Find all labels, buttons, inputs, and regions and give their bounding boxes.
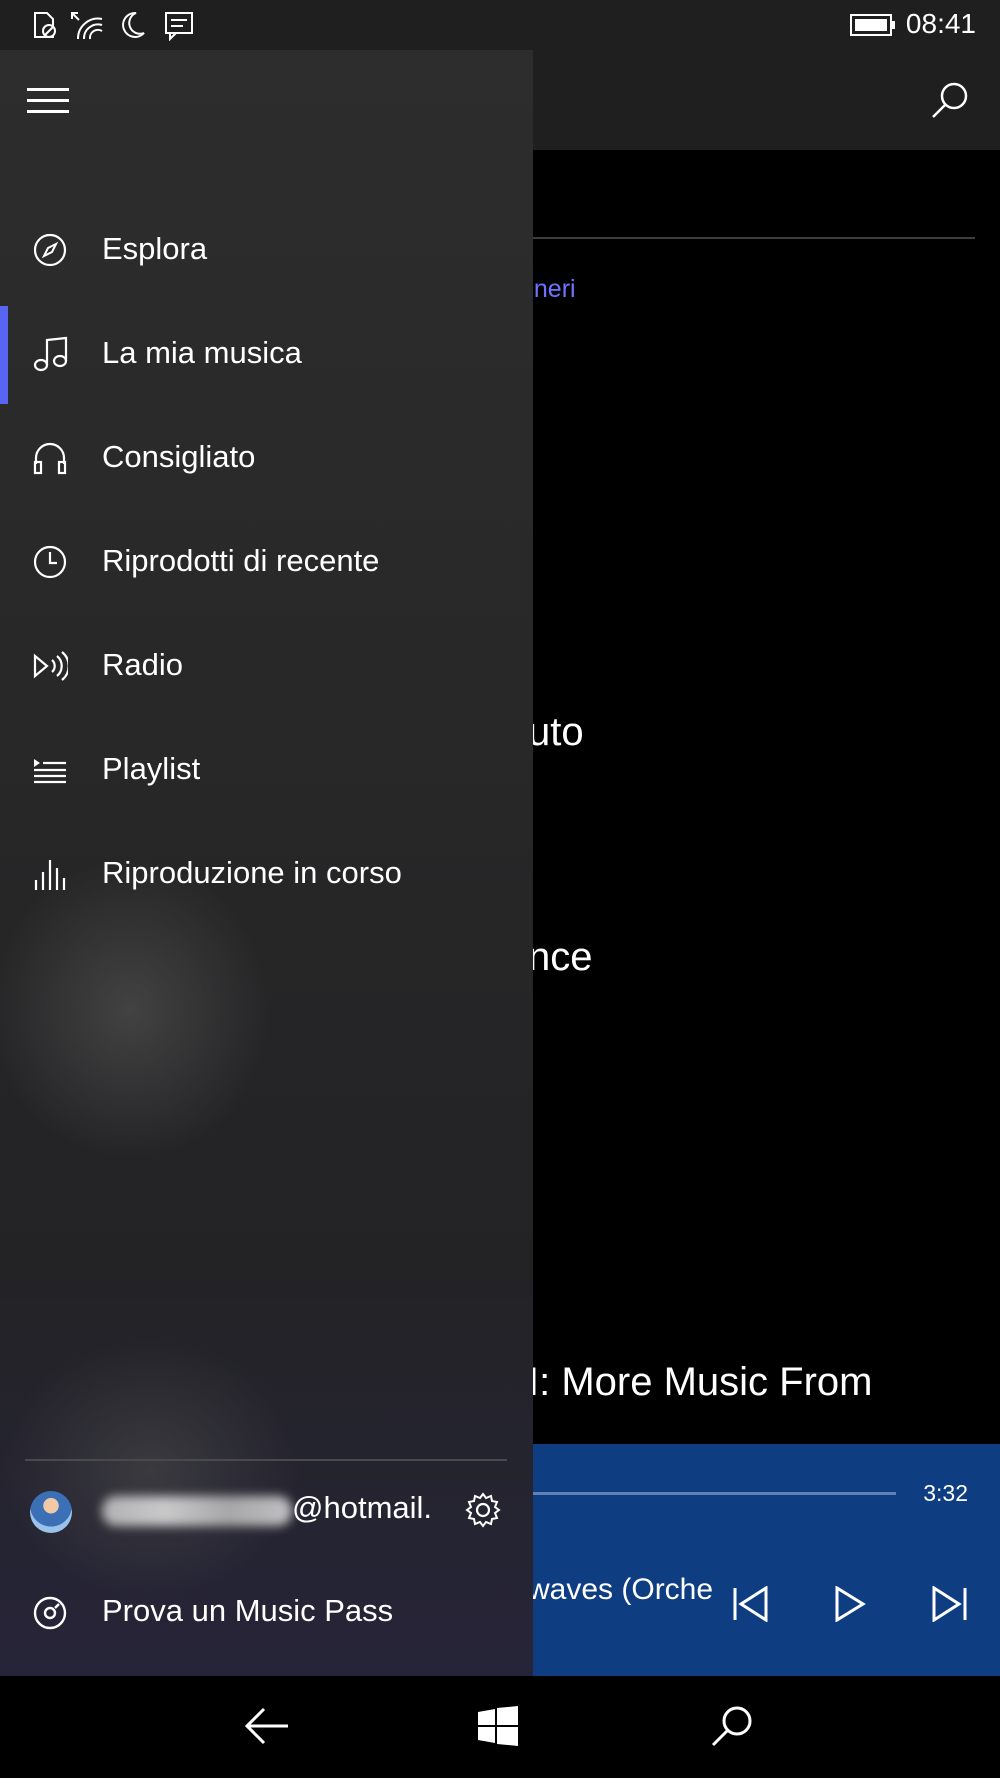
clock-icon [33,545,67,579]
play-icon[interactable] [834,1586,866,1622]
nav-item-playlist[interactable]: Playlist [0,718,533,822]
account-email[interactable]: @hotmail. [292,1490,432,1526]
search-icon[interactable] [930,80,970,120]
no-sim-icon [34,12,56,38]
progress-bar[interactable] [533,1492,896,1495]
headphones-icon [33,442,67,475]
status-time: 08:41 [905,8,976,39]
nav-label: Esplora [102,231,208,266]
track-duration: 3:32 [923,1480,968,1506]
nav-label: Playlist [102,751,201,786]
wifi-icon [71,12,103,40]
album-title[interactable]: I: More Music From [528,1360,872,1405]
nav-label: Riproduzione in corso [102,855,402,890]
navigation-pane: Esplora La mia musica Consigliato Riprod… [0,50,533,1676]
avatar[interactable] [30,1491,72,1533]
nav-label: Riprodotti di recente [102,543,380,578]
music-note-icon [33,336,68,372]
previous-icon[interactable] [732,1586,770,1622]
compass-icon [33,233,67,267]
battery-icon [850,14,895,36]
track-title[interactable]: waves (Orche [528,1573,713,1607]
email-redacted [102,1496,292,1526]
active-indicator [0,306,8,404]
playlist-icon [34,759,66,784]
nav-item-esplora[interactable]: Esplora [0,198,533,302]
music-pass-link[interactable]: Prova un Music Pass [102,1593,393,1629]
content-divider [533,237,975,239]
nav-item-la-mia-musica[interactable]: La mia musica [0,302,533,406]
now-playing-icon [34,860,66,890]
nav-label: Consigliato [102,439,256,474]
nav-item-radio[interactable]: Radio [0,614,533,718]
music-pass-icon [33,1596,67,1630]
nav-item-riproduzione-in-corso[interactable]: Riproduzione in corso [0,822,533,926]
next-icon[interactable] [930,1586,968,1622]
hamburger-menu-icon[interactable] [27,88,69,114]
section-heading-1: uto [528,710,584,754]
gear-icon[interactable] [465,1492,501,1528]
system-nav-bar [0,1676,1000,1778]
nav-item-riprodotti-di-recente[interactable]: Riprodotti di recente [0,510,533,614]
nav-item-consigliato[interactable]: Consigliato [0,406,533,510]
message-icon [165,12,193,41]
windows-icon[interactable] [478,1706,518,1746]
quiet-hours-icon [122,11,145,38]
pane-divider [25,1459,507,1461]
nav-label: Radio [102,647,183,682]
status-bar: 08:41 [0,0,1000,50]
section-heading-2: nce [528,935,593,979]
back-icon[interactable] [244,1706,290,1746]
radio-icon [33,651,68,681]
nav-label: La mia musica [102,335,302,370]
search-nav-icon[interactable] [710,1704,754,1748]
